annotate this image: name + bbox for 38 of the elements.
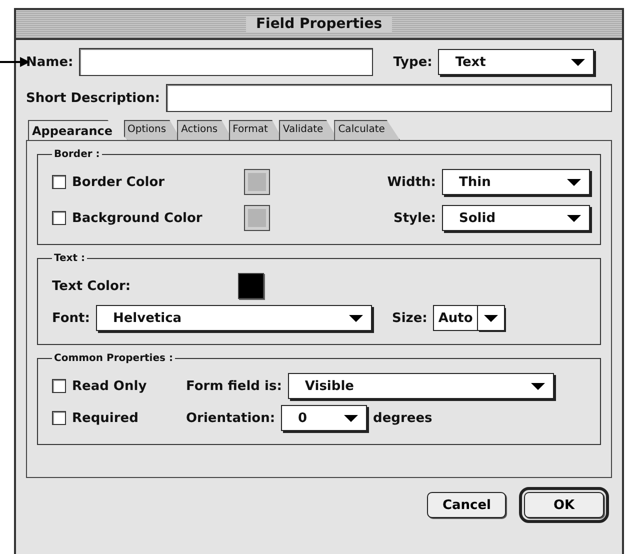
input-field[interactable]: [79, 48, 374, 76]
checkbox-label: Border Color: [72, 174, 166, 190]
dropdown[interactable]: Text: [438, 49, 594, 75]
tab[interactable]: Appearance: [28, 120, 128, 140]
checkbox[interactable]: [52, 411, 66, 425]
field-label: Name:: [26, 54, 74, 70]
field-label: Text Color:: [52, 278, 132, 294]
checkbox-label: Required: [72, 410, 140, 426]
group-title: Common Properties :: [53, 353, 174, 364]
checkbox[interactable]: [52, 211, 66, 225]
field-label: Form field is:: [186, 378, 282, 394]
dropdown[interactable]: Solid: [442, 205, 590, 231]
group-title: Border :: [53, 149, 101, 160]
field-label: Orientation:: [186, 410, 276, 426]
combo-box[interactable]: Auto: [433, 305, 505, 331]
dropdown[interactable]: Helvetica: [96, 305, 372, 331]
field-label: Style:: [393, 210, 436, 226]
window-title: Field Properties: [246, 16, 392, 32]
field-label: Width:: [387, 174, 436, 190]
field-label: Size:: [392, 310, 428, 326]
tab[interactable]: Calculate: [334, 120, 400, 140]
color-swatch[interactable]: [238, 273, 264, 299]
field-label: Type:: [393, 54, 432, 70]
field-label: Short Description:: [26, 90, 160, 106]
checkbox[interactable]: [52, 175, 66, 189]
unit-label: degrees: [373, 410, 432, 426]
field-label: Font:: [52, 310, 90, 326]
dialog-button[interactable]: Cancel: [427, 492, 506, 518]
color-swatch[interactable]: [244, 205, 270, 231]
input-field[interactable]: [166, 84, 612, 112]
checkbox-label: Background Color: [72, 210, 204, 226]
dropdown[interactable]: Thin: [442, 169, 590, 195]
dropdown[interactable]: Visible: [288, 373, 554, 399]
color-swatch[interactable]: [244, 169, 270, 195]
dropdown[interactable]: 0: [281, 405, 368, 431]
group-title: Text :: [53, 253, 86, 264]
checkbox-label: Read Only: [72, 378, 148, 394]
checkbox[interactable]: [52, 379, 66, 393]
